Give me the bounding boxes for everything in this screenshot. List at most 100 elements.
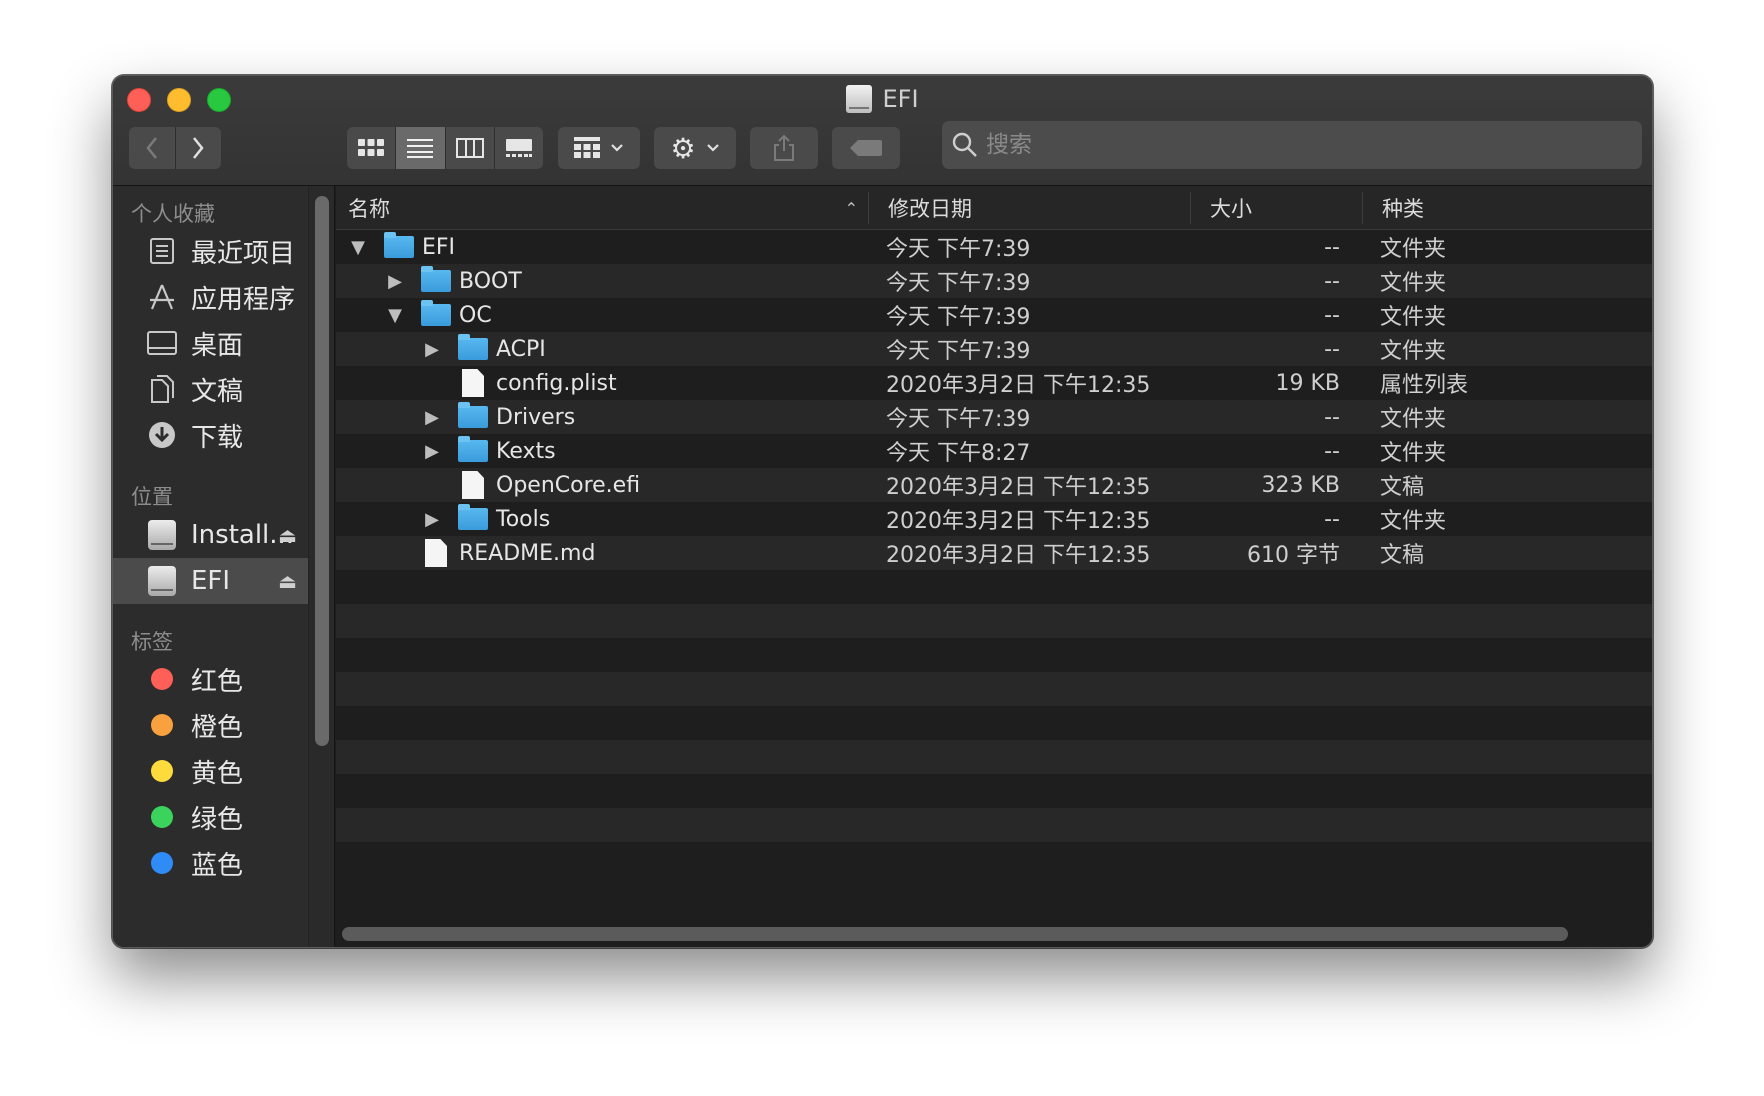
sidebar-item-documents[interactable]: 文稿: [113, 366, 309, 412]
file-kind: 属性列表: [1380, 373, 1469, 398]
list-view-button[interactable]: [395, 127, 445, 169]
gallery-icon: [505, 139, 532, 157]
sidebar-item-downloads[interactable]: 下载: [113, 412, 309, 458]
sidebar-scrollbar-thumb[interactable]: [315, 196, 329, 746]
sidebar-item-tag-red[interactable]: 红色: [113, 656, 309, 702]
search-field[interactable]: [942, 121, 1642, 169]
file-name: config.plist: [496, 370, 617, 396]
modified-date: 今天 下午7:39: [886, 407, 1031, 432]
empty-row: [336, 570, 1652, 604]
red-tag-icon: [151, 668, 173, 690]
back-button[interactable]: [129, 127, 175, 169]
empty-row: [336, 740, 1652, 774]
gallery-view-button[interactable]: [493, 127, 543, 169]
column-kind[interactable]: 种类: [1382, 186, 1424, 230]
table-row[interactable]: ▼ EFI 今天 下午7:39 -- 文件夹: [336, 230, 1652, 264]
table-row[interactable]: ▶ Kexts 今天 下午8:27 -- 文件夹: [336, 434, 1652, 468]
icon-view-button[interactable]: [347, 127, 395, 169]
table-row[interactable]: config.plist 2020年3月2日 下午12:35 19 KB 属性列表: [336, 366, 1652, 400]
green-tag-icon: [151, 806, 173, 828]
sort-ascending-icon: ⌃: [844, 198, 858, 218]
file-name: OpenCore.efi: [496, 472, 641, 498]
table-row[interactable]: ▶ Drivers 今天 下午7:39 -- 文件夹: [336, 400, 1652, 434]
forward-button[interactable]: [174, 127, 222, 169]
column-name-label: 名称: [348, 197, 390, 221]
name-cell: EFI: [384, 230, 455, 264]
disclosure-open-icon[interactable]: ▼: [385, 298, 405, 332]
sidebar-scrollbar[interactable]: [308, 186, 334, 947]
sidebar-item-label: 橙色: [191, 712, 244, 743]
table-row[interactable]: README.md 2020年3月2日 下午12:35 610 字节 文稿: [336, 536, 1652, 570]
share-icon: [774, 135, 794, 161]
file-size: --: [1324, 506, 1340, 532]
sidebar-item-tag-green[interactable]: 绿色: [113, 794, 309, 840]
file-name: Tools: [496, 506, 551, 532]
column-size[interactable]: 大小: [1210, 186, 1252, 230]
sidebar-item-install[interactable]: Install... ⏏: [113, 512, 309, 558]
modified-date: 今天 下午7:39: [886, 271, 1031, 296]
disclosure-open-icon[interactable]: ▼: [348, 230, 368, 264]
disclosure-closed-icon[interactable]: ▶: [422, 502, 442, 536]
modified-date: 2020年3月2日 下午12:35: [886, 373, 1151, 398]
finder-window: EFI ⚙ 搜索 个人收藏 最近项目 应用程序 桌面 文稿 下载 位置 Inst…: [112, 75, 1653, 948]
eject-icon[interactable]: ⏏: [278, 569, 297, 593]
recents-icon: [147, 236, 177, 266]
disclosure-closed-icon[interactable]: ▶: [385, 264, 405, 298]
sidebar-item-label: 最近项目: [191, 238, 296, 269]
table-row[interactable]: ▶ Tools 2020年3月2日 下午12:35 -- 文件夹: [336, 502, 1652, 536]
window-title: EFI: [113, 85, 1652, 113]
horizontal-scrollbar-thumb[interactable]: [342, 927, 1568, 941]
file-list: 名称 ⌃ 修改日期 大小 种类 ▼ EFI 今天 下午7:39 -- 文件夹 ▶ BOOT 今…: [336, 186, 1652, 947]
view-mode-control: [347, 127, 543, 169]
table-row[interactable]: ▶ ACPI 今天 下午7:39 -- 文件夹: [336, 332, 1652, 366]
file-size: 19 KB: [1275, 370, 1340, 396]
empty-row: [336, 672, 1652, 706]
sidebar-item-label: 绿色: [191, 804, 244, 835]
sidebar-item-tag-blue[interactable]: 蓝色: [113, 840, 309, 886]
sidebar-item-desktop[interactable]: 桌面: [113, 320, 309, 366]
file-name: OC: [459, 302, 492, 328]
group-button[interactable]: [558, 127, 640, 169]
sidebar-item-label: 红色: [191, 666, 244, 697]
sidebar-item-efi[interactable]: EFI ⏏: [113, 558, 309, 604]
group-icon: [574, 137, 600, 158]
table-row[interactable]: ▶ BOOT 今天 下午7:39 -- 文件夹: [336, 264, 1652, 298]
column-date[interactable]: 修改日期: [888, 186, 972, 230]
table-row[interactable]: OpenCore.efi 2020年3月2日 下午12:35 323 KB 文稿: [336, 468, 1652, 502]
file-name: BOOT: [459, 268, 522, 294]
tag-button[interactable]: [832, 127, 900, 169]
favorites-header: 个人收藏: [131, 202, 215, 226]
file-kind: 文件夹: [1380, 407, 1447, 432]
sidebar-item-tag-orange[interactable]: 橙色: [113, 702, 309, 748]
column-size-label: 大小: [1210, 197, 1252, 221]
file-size: --: [1324, 438, 1340, 464]
file-kind: 文件夹: [1380, 441, 1447, 466]
name-cell: Drivers: [458, 400, 575, 434]
eject-icon[interactable]: ⏏: [278, 523, 297, 547]
document-icon: [425, 539, 447, 567]
name-cell: README.md: [421, 536, 595, 570]
name-cell: Tools: [458, 502, 550, 536]
tag-icon: [850, 140, 882, 156]
disclosure-closed-icon[interactable]: ▶: [422, 434, 442, 468]
folder-icon: [421, 266, 451, 292]
column-name[interactable]: 名称 ⌃: [348, 186, 858, 230]
search-input[interactable]: [986, 132, 1586, 158]
sidebar-item-tag-yellow[interactable]: 黄色: [113, 748, 309, 794]
share-button[interactable]: [750, 127, 818, 169]
sidebar-item-recents[interactable]: 最近项目: [113, 228, 309, 274]
table-row[interactable]: ▼ OC 今天 下午7:39 -- 文件夹: [336, 298, 1652, 332]
modified-date: 今天 下午7:39: [886, 339, 1031, 364]
name-cell: ACPI: [458, 332, 546, 366]
column-view-button[interactable]: [444, 127, 494, 169]
empty-row: [336, 808, 1652, 842]
modified-date: 2020年3月2日 下午12:35: [886, 475, 1151, 500]
action-button[interactable]: ⚙: [654, 127, 736, 169]
window-title-text: EFI: [882, 85, 919, 113]
disclosure-closed-icon[interactable]: ▶: [422, 332, 442, 366]
sidebar-item-applications[interactable]: 应用程序: [113, 274, 309, 320]
file-kind: 文件夹: [1380, 305, 1447, 330]
chevron-down-icon: [706, 144, 719, 152]
columns-icon: [455, 138, 484, 158]
disclosure-closed-icon[interactable]: ▶: [422, 400, 442, 434]
